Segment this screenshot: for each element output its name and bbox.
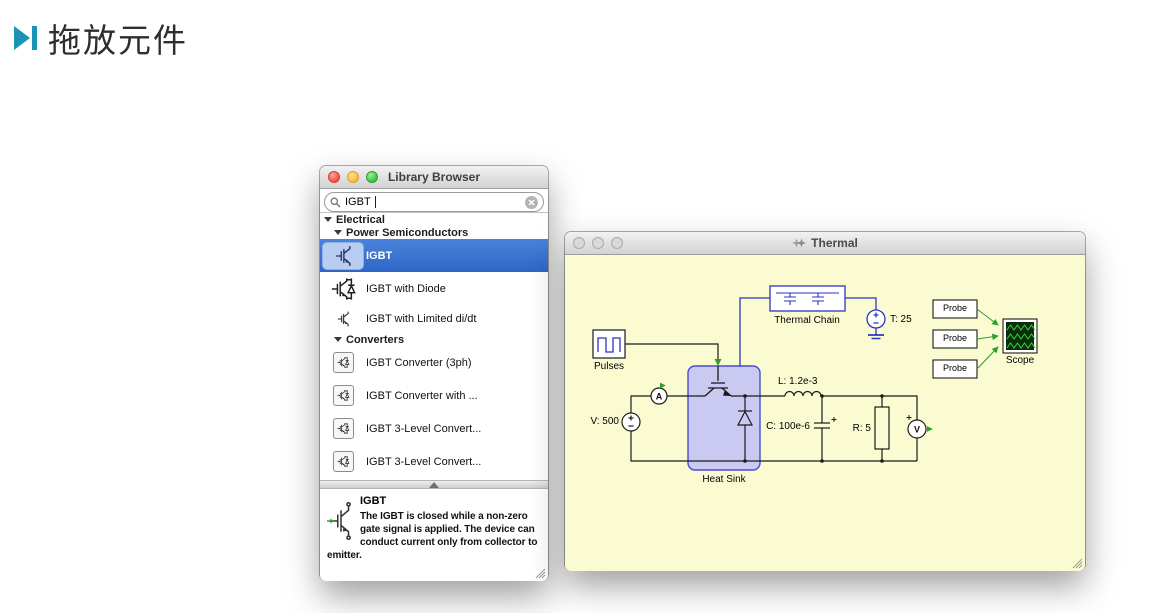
converter-icon [332, 418, 354, 439]
tree-item-label: IGBT with Diode [366, 282, 446, 295]
section-label: Electrical [336, 213, 385, 226]
resistor-symbol[interactable] [874, 406, 890, 450]
converter-icon [332, 385, 354, 406]
inductor-symbol[interactable] [784, 390, 822, 397]
igbt-icon [322, 241, 364, 270]
voltmeter-letter: V [914, 425, 920, 435]
close-button[interactable] [328, 171, 340, 183]
tree-item-igbt[interactable]: IGBT [320, 239, 548, 272]
splitter-handle[interactable] [320, 480, 548, 489]
thermal-network [739, 285, 886, 366]
section-label: Converters [346, 333, 405, 346]
pulses-label: Pulses [593, 361, 624, 372]
tree-item-igbt-with-diode[interactable]: IGBT with Diode [320, 272, 548, 305]
search-input[interactable]: IGBT [324, 192, 544, 212]
page: 拖放元件 Library Browser IGBT Electrical Pow… [0, 0, 1165, 613]
play-skip-icon [14, 26, 37, 50]
traffic-lights [328, 171, 378, 183]
inductor-label: L: 1.2e-3 [778, 376, 818, 387]
probe-label-1: Probe [942, 303, 968, 313]
capacitor-symbol[interactable] [814, 417, 837, 429]
ammeter-block[interactable]: A [650, 382, 668, 405]
component-description-pane: IGBT The IGBT is closed while a non-zero… [320, 489, 548, 581]
tree-item-label: IGBT with Limited di/dt [366, 313, 477, 325]
page-title: 拖放元件 [48, 24, 188, 60]
probe-signal-arrows [976, 308, 999, 370]
tree-section-power-semiconductors[interactable]: Power Semiconductors [320, 226, 548, 239]
splitter-arrow-icon [429, 481, 439, 488]
tree-item-label: IGBT 3-Level Convert... [366, 422, 482, 435]
schematic-canvas[interactable]: A V Pulses V: 500 Heat Sink Thermal Chai… [565, 255, 1085, 571]
gate-signal-arrow-icon [714, 359, 722, 366]
tree-item-igbt-limited-didt[interactable]: IGBT with Limited di/dt [320, 305, 548, 333]
disclosure-triangle-icon[interactable] [334, 337, 342, 342]
probe-label-3: Probe [942, 363, 968, 373]
voltmeter-block[interactable]: V [906, 415, 933, 439]
minimize-button[interactable] [592, 237, 604, 249]
resistor-label: R: 5 [852, 423, 871, 434]
converter-icon [332, 352, 354, 373]
description-title: IGBT [360, 495, 387, 507]
traffic-lights [573, 237, 623, 249]
circuit-wires [625, 343, 918, 462]
thermal-window: Thermal A V Pulses V: 500 Heat Sink Ther… [565, 232, 1085, 571]
minimize-button[interactable] [347, 171, 359, 183]
heat-sink-block[interactable] [687, 365, 761, 471]
tree-section-converters[interactable]: Converters [320, 333, 548, 346]
temperature-label: T: 25 [890, 314, 912, 325]
heat-sink-label: Heat Sink [702, 474, 746, 485]
tree-item-label: IGBT 3-Level Convert... [366, 455, 482, 468]
igbt-small-icon [337, 311, 349, 327]
zoom-button[interactable] [611, 237, 623, 249]
disclosure-triangle-icon[interactable] [334, 230, 342, 235]
tree-item-label: IGBT Converter (3ph) [366, 356, 472, 369]
text-caret [374, 196, 376, 208]
resize-grip[interactable] [1071, 557, 1083, 569]
thermal-chain-label: Thermal Chain [774, 315, 840, 326]
tree-item-label: IGBT [366, 249, 393, 262]
description-text: The IGBT is closed while a non-zero gate… [327, 511, 538, 561]
zoom-button[interactable] [366, 171, 378, 183]
close-button[interactable] [573, 237, 585, 249]
scope-block[interactable] [1002, 318, 1038, 354]
probe-label-2: Probe [942, 333, 968, 343]
thermal-titlebar[interactable]: Thermal [565, 232, 1085, 255]
window-title: Thermal [811, 236, 858, 250]
disclosure-triangle-icon[interactable] [324, 217, 332, 222]
thermal-window-icon [792, 238, 807, 248]
page-header: 拖放元件 [14, 14, 188, 62]
tree-item-igbt-3level-2[interactable]: IGBT 3-Level Convert... [320, 445, 548, 478]
tree-section-electrical[interactable]: Electrical [320, 213, 548, 226]
library-browser-titlebar[interactable]: Library Browser [320, 166, 548, 189]
search-value: IGBT [345, 196, 371, 208]
ammeter-letter: A [656, 392, 663, 402]
search-icon [330, 197, 341, 208]
voltage-source-block[interactable] [621, 412, 641, 432]
thermal-chain-block[interactable] [769, 285, 846, 312]
tree-item-igbt-3level-1[interactable]: IGBT 3-Level Convert... [320, 412, 548, 445]
capacitor-label: C: 100e-6 [766, 421, 810, 432]
tree-item-igbt-converter-with[interactable]: IGBT Converter with ... [320, 379, 548, 412]
library-tree: Electrical Power Semiconductors IGBT IGB… [320, 213, 548, 480]
igbt-symbol-icon [327, 501, 351, 541]
tree-item-igbt-converter-3ph[interactable]: IGBT Converter (3ph) [320, 346, 548, 379]
resize-grip[interactable] [534, 567, 546, 579]
clear-search-icon[interactable] [525, 195, 538, 209]
pulses-block[interactable] [592, 329, 626, 359]
voltage-source-label: V: 500 [590, 416, 619, 427]
section-label: Power Semiconductors [346, 226, 469, 239]
search-bar: IGBT [320, 189, 548, 213]
scope-label: Scope [1005, 355, 1035, 366]
igbt-diode-icon [329, 276, 357, 302]
library-browser-window: Library Browser IGBT Electrical Power Se… [320, 166, 548, 581]
converter-icon [332, 451, 354, 472]
tree-item-label: IGBT Converter with ... [366, 389, 478, 402]
